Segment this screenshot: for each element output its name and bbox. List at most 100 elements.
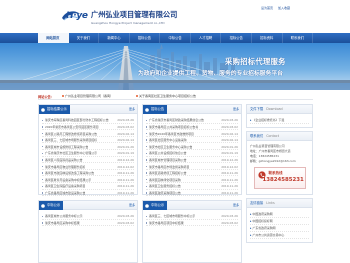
list-item-date: 2020-03-02 bbox=[117, 124, 134, 129]
add-favorite-link[interactable]: 加入收藏 bbox=[278, 5, 290, 11]
list-item-date: 2020-03-26 bbox=[221, 118, 238, 123]
list-item[interactable]: 肇庆市番禺区项目中标结果 2020-03-02 bbox=[146, 220, 238, 227]
list-item[interactable]: 番禺区城市设施修缮工程采购公告 2020-01-26 bbox=[42, 143, 134, 150]
nav-contact[interactable]: 联系我们 bbox=[283, 33, 314, 43]
list-item[interactable]: 肇庆市番禺区公共采购项目招标公告书 2020-03-02 bbox=[146, 124, 238, 131]
list-item-title[interactable]: 番禺区卫生服务招标公告 bbox=[149, 184, 181, 188]
list-item-title[interactable]: 番禺区教育局设备采购中标结果公示 bbox=[45, 178, 91, 182]
list-item-date: 2019-12-02 bbox=[221, 164, 238, 169]
list-item-title[interactable]: 肇庆市番禺区项目中标结果 bbox=[149, 221, 184, 225]
notice-label: 网站公告： bbox=[38, 95, 54, 99]
list-item-title[interactable]: 番禺区城市设施修缮工程采购公告 bbox=[45, 145, 88, 149]
list-item-title[interactable]: 2020年肇庆市番禺区公安局园区服务项目 bbox=[45, 125, 99, 129]
bullet-icon bbox=[42, 132, 44, 135]
notice-item[interactable]: 广州弘业项目管理有限公司（番禺） bbox=[62, 94, 113, 98]
friend-link[interactable]: 中国政府采购网 bbox=[250, 211, 309, 218]
list-item[interactable]: 番禺区城市公共服务中标公示 2020-03-26 bbox=[42, 213, 134, 220]
more-link[interactable]: 更多 bbox=[129, 107, 135, 111]
list-item-title[interactable]: 番禺区城市管理项目采购公告 bbox=[149, 158, 187, 162]
download-heading: 文件下载 Download bbox=[247, 105, 312, 114]
list-item[interactable]: 番禺区公路局工程整改修缮项目采购公告 2020-02-14 bbox=[42, 130, 134, 137]
notice-item-text[interactable]: 广州弘业项目管理有限公司（番禺） bbox=[65, 94, 113, 98]
nav-docs[interactable]: 招标资料 bbox=[252, 33, 283, 43]
bullet-icon bbox=[42, 145, 44, 148]
list-item-title[interactable]: 广东省肇庆市番禺区财政采购结果信息公告 bbox=[149, 118, 204, 122]
set-homepage-link[interactable]: 设为首页 bbox=[261, 5, 273, 11]
bullet-icon bbox=[146, 139, 148, 141]
more-link[interactable]: 更多 bbox=[129, 203, 135, 207]
list-item[interactable]: 番禺区卫生服务招标公告 2019-11-26 bbox=[146, 183, 238, 190]
list-item-title[interactable]: 番禺区公共设施招标信息公告 bbox=[149, 151, 187, 155]
list-item-title[interactable]: 番禺区市政园林设施改造工程采购公告 bbox=[45, 171, 94, 175]
list-item[interactable]: 番禺区教育局设备采购中标结果公示 2019-11-26 bbox=[42, 176, 134, 183]
globe-icon bbox=[41, 107, 45, 112]
nav-home[interactable]: 网站首页 bbox=[38, 33, 69, 43]
list-item-title[interactable]: 番禺区人民医院药品采购公告 bbox=[45, 158, 83, 162]
list-item[interactable]: 番禺区人民医院药品采购公告 2019-12-26 bbox=[42, 157, 134, 164]
nav-news[interactable]: 新闻中心 bbox=[99, 33, 130, 43]
list-item[interactable]: 肇庆市番禺区市场监督采购项目 2019-12-02 bbox=[146, 163, 238, 170]
nav-about[interactable]: 关于我们 bbox=[69, 33, 100, 43]
nav-jobs[interactable]: 人才招聘 bbox=[191, 33, 222, 43]
tab-award[interactable]: 中标公示 bbox=[143, 201, 168, 210]
bullet-icon bbox=[42, 119, 44, 121]
tab-results[interactable]: 招标结果公示 bbox=[39, 105, 70, 114]
list-item[interactable]: 肇庆市社区卫生服务中心采购公告 2020-01-26 bbox=[146, 143, 238, 150]
list-item[interactable]: 广东省肇庆市番禺区财政采购结果信息公告 2020-03-26 bbox=[146, 117, 238, 124]
award-panel-2: 中标公示 更多 番禺区三、七区域市场服务中标公示 2020-03-26 肇庆市番禺区… bbox=[142, 200, 242, 263]
tab-tender[interactable]: 招标公告 bbox=[143, 105, 168, 114]
list-item-title[interactable]: 广东省肇庆市社区卫生服务中心管理公示 bbox=[45, 151, 97, 155]
notice-item-text[interactable]: 关于番禺区社区卫生服务中心项目招标公告 bbox=[139, 94, 196, 98]
friend-link[interactable]: 中国招标投标网 bbox=[250, 218, 309, 225]
list-item-title[interactable]: 肇庆市海珠区番禺科技园区部分防水工程招标公告 bbox=[45, 118, 109, 122]
list-item[interactable]: 番禺区园林绿化项目采购 2019-11-26 bbox=[146, 176, 238, 183]
bullet-icon bbox=[146, 178, 148, 181]
list-item[interactable]: 广东省番禺区城市建设采购公告 2019-11-26 bbox=[42, 190, 134, 197]
list-item-title[interactable]: 番禺区园林绿化项目采购 bbox=[149, 178, 181, 182]
list-item-title[interactable]: 番禺区三、七区域市场服务中标公示 bbox=[149, 214, 195, 218]
list-item-title[interactable]: 肇庆市2020年番禺区市政维修项目 bbox=[149, 132, 194, 136]
list-item-title[interactable]: 番禺区道路修缮工程招标公告 bbox=[149, 171, 187, 175]
list-item-title[interactable]: 番禺区社区服务中心设备采购 bbox=[149, 138, 187, 142]
friend-link[interactable]: 广州市公共资源交易中心 bbox=[250, 232, 309, 239]
more-link[interactable]: 更多 bbox=[233, 107, 239, 111]
list-item[interactable]: 番禺区三、七区域市场服务采购项目招标 2020-02-14 bbox=[42, 137, 134, 144]
list-item-date: 2019-12-26 bbox=[117, 157, 134, 162]
list-item[interactable]: 肇庆市番禺区物业管理服务招标 2019-12-02 bbox=[42, 163, 134, 170]
nav-award[interactable]: 中标公告 bbox=[160, 33, 191, 43]
more-link[interactable]: 更多 bbox=[233, 203, 239, 207]
list-item-title[interactable]: 番禺区卫生院医疗设备采购项目 bbox=[45, 184, 85, 188]
hotline-card: 联系热线 13824585231 bbox=[253, 167, 306, 189]
list-item-title[interactable]: 肇庆市番禺区市场监督采购项目 bbox=[149, 165, 189, 169]
friend-link[interactable]: 广东省政府采购网 bbox=[250, 225, 309, 232]
list-item[interactable]: 番禺区社区服务中心设备采购 2020-02-14 bbox=[146, 137, 238, 144]
list-item[interactable]: 广东省肇庆市社区卫生服务中心管理公示 2020-01-19 bbox=[42, 150, 134, 157]
nav-tender[interactable]: 招标公告 bbox=[130, 33, 161, 43]
list-item-title[interactable]: 肇庆市番禺区物业管理服务招标 bbox=[45, 165, 85, 169]
list-item[interactable]: 番禺区公共设施招标信息公告 2020-01-19 bbox=[146, 150, 238, 157]
list-item[interactable]: 肇庆市海珠区番禺科技园区部分防水工程招标公告 2020-03-26 bbox=[42, 117, 134, 124]
nav-tender-2[interactable]: 招标公告 bbox=[221, 33, 252, 43]
list-item-title[interactable]: 番禺区三、七区域市场服务采购项目招标 bbox=[45, 138, 97, 142]
list-item[interactable]: 2020年肇庆市番禺区公安局园区服务项目 2020-03-02 bbox=[42, 124, 134, 131]
list-item[interactable]: 番禺区城市管理项目采购公告 2019-12-26 bbox=[146, 157, 238, 164]
list-item-title[interactable]: 肇庆市番禺区采购中标结果 bbox=[45, 221, 80, 225]
list-item-title[interactable]: 肇庆市社区卫生服务中心采购公告 bbox=[149, 145, 192, 149]
bullet-icon bbox=[42, 185, 44, 187]
company-name-en: Guangzhou Hongye Project management co.,… bbox=[91, 20, 165, 25]
list-item[interactable]: 番禺区市政园林设施改造工程采购公告 2019-11-26 bbox=[42, 170, 134, 177]
list-item-title[interactable]: 番禺区城市公共服务中标公示 bbox=[45, 214, 83, 218]
list-item-title[interactable]: 肇庆市番禺区公共采购项目招标公告书 bbox=[149, 125, 198, 129]
list-item-title[interactable]: 番禺区政府采购项目公告 bbox=[149, 191, 181, 195]
list-item[interactable]: 番禺区道路修缮工程招标公告 2019-11-26 bbox=[146, 170, 238, 177]
list-item[interactable]: 肇庆市番禺区采购中标结果 2020-03-02 bbox=[42, 220, 134, 227]
tab-award[interactable]: 中标公示 bbox=[39, 201, 64, 210]
list-item[interactable]: 番禺区三、七区域市场服务中标公示 2020-03-26 bbox=[146, 213, 238, 220]
list-item[interactable]: 番禺区卫生院医疗设备采购项目 2019-11-26 bbox=[42, 183, 134, 190]
list-item-title[interactable]: 番禺区公路局工程整改修缮项目采购公告 bbox=[45, 132, 97, 136]
list-item[interactable]: 番禺区政府采购项目公告 2019-11-26 bbox=[146, 190, 238, 197]
download-link[interactable]: 《企业招标委托书》下载 bbox=[250, 117, 309, 124]
notice-item[interactable]: 关于番禺区社区卫生服务中心项目招标公告 bbox=[136, 94, 196, 98]
list-item-title[interactable]: 广东省番禺区城市建设采购公告 bbox=[45, 191, 85, 195]
list-item[interactable]: 肇庆市2020年番禺区市政维修项目 2020-02-14 bbox=[146, 130, 238, 137]
